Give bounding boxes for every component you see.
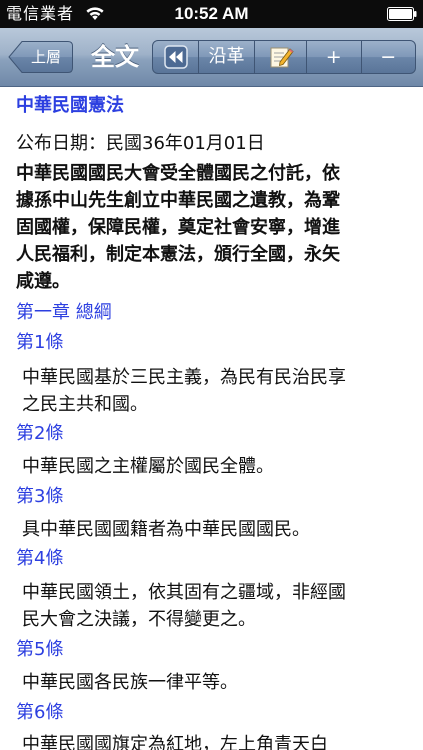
article-text: 具中華民國國籍者為中華民國國民。 <box>22 519 310 540</box>
history-button[interactable]: 沿革 <box>199 41 255 73</box>
status-bar: 電信業者 10:52 AM <box>0 0 423 28</box>
back-button[interactable]: 上層 <box>8 40 74 74</box>
nav-toolbar: 上層 全文 沿革 + − <box>0 28 423 87</box>
preamble-line: 中華民國國民大會受全體國民之付託，依 <box>16 163 340 184</box>
law-title[interactable]: 中華民國憲法 <box>16 94 416 118</box>
preamble-line: 人民福利，制定本憲法，頒行全國，永矢 <box>16 244 340 265</box>
back-button-label: 上層 <box>30 48 61 66</box>
article-text: 之民主共和國。 <box>22 394 148 415</box>
battery-icon <box>387 7 417 21</box>
article-label[interactable]: 第1條 <box>16 331 416 355</box>
article-text: 中華民國之主權屬於國民全體。 <box>22 456 274 477</box>
note-icon <box>270 47 294 68</box>
article-text: 民大會之決議，不得變更之。 <box>22 609 256 630</box>
note-button[interactable] <box>255 41 307 73</box>
rewind-button[interactable] <box>153 41 199 73</box>
article-label[interactable]: 第6條 <box>16 701 416 725</box>
article-label[interactable]: 第2條 <box>16 422 416 446</box>
page-title: 全文 <box>91 43 139 71</box>
zoom-out-button[interactable]: − <box>362 41 416 73</box>
article-text: 中華民國基於三民主義，為民有民治民享 <box>22 367 346 388</box>
article-label[interactable]: 第3條 <box>16 485 416 509</box>
publish-date: 公布日期：民國36年01月01日 <box>16 133 265 154</box>
preamble-line: 咸遵。 <box>16 271 70 292</box>
article-text: 中華民國各民族一律平等。 <box>22 672 238 693</box>
chapter-heading[interactable]: 第一章 總綱 <box>16 301 416 325</box>
article-text: 中華民國領土，依其固有之疆域，非經國 <box>22 582 346 603</box>
article-label[interactable]: 第4條 <box>16 547 416 571</box>
article-label[interactable]: 第5條 <box>16 638 416 662</box>
article-text: 中華民國國旗定為紅地，左上角青天白 <box>22 734 328 750</box>
toolbar-segmented-control: 沿革 + − <box>152 40 416 74</box>
preamble-line: 據孫中山先生創立中華民國之遺教，為鞏 <box>16 190 340 211</box>
rewind-icon <box>163 45 188 69</box>
status-time: 10:52 AM <box>174 4 249 23</box>
preamble-line: 固國權，保障民權，奠定社會安寧，增進 <box>16 217 340 238</box>
zoom-in-button[interactable]: + <box>307 41 362 73</box>
